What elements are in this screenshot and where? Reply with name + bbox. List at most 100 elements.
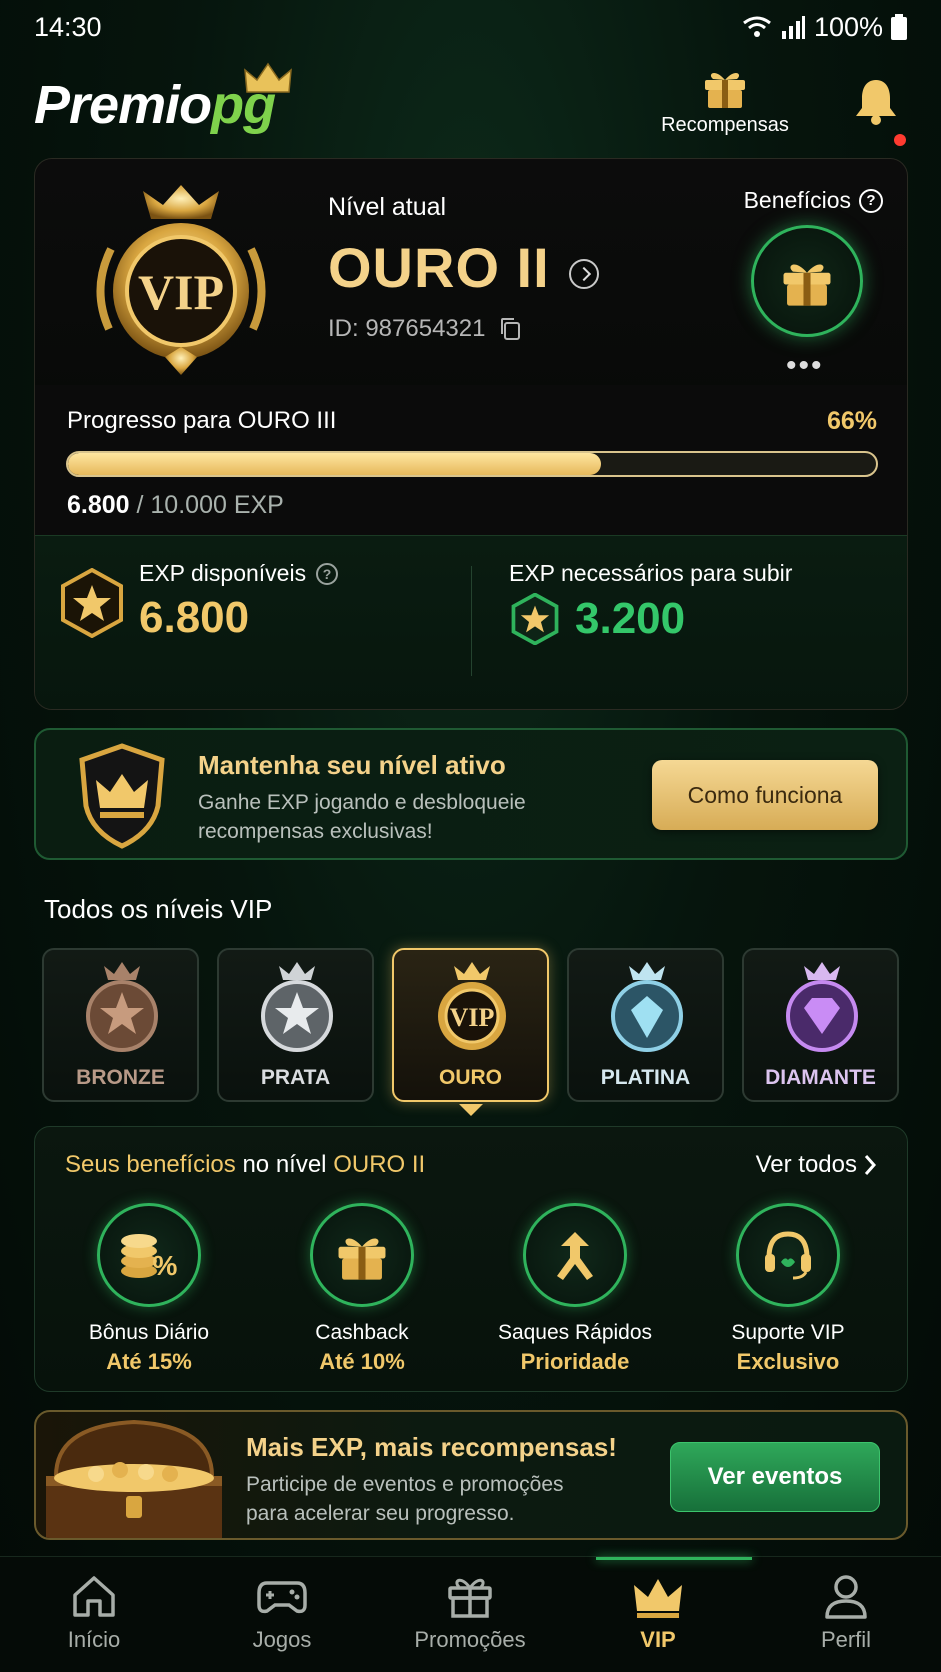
progress-bar-fill <box>68 453 602 475</box>
level-tile-prata[interactable]: PRATA <box>217 948 374 1102</box>
headset-icon <box>736 1203 840 1307</box>
signal-icon <box>781 16 805 39</box>
crown-icon <box>244 62 292 93</box>
benefit-cashback[interactable]: Cashback Até 10% <box>262 1203 462 1375</box>
level-details-arrow[interactable] <box>569 259 599 289</box>
split-arrow-icon <box>523 1203 627 1307</box>
svg-text:%: % <box>153 1250 178 1281</box>
bronze-badge-icon <box>86 962 158 1052</box>
level-tile-diamante[interactable]: DIAMANTE <box>742 948 899 1102</box>
treasure-chest-icon <box>46 1419 222 1538</box>
user-icon <box>825 1575 867 1619</box>
promo-title: Mais EXP, mais recompensas! <box>246 1432 617 1462</box>
nav-label: Início <box>67 1627 121 1652</box>
nav-home[interactable]: Início <box>14 1571 174 1653</box>
exp-available-label: EXP disponíveis <box>139 560 307 586</box>
more-options-icon[interactable]: ••• <box>786 349 824 383</box>
see-all-link[interactable]: Ver todos <box>756 1151 877 1179</box>
status-bar: 14:30 100% <box>0 0 941 54</box>
gamepad-icon <box>257 1581 307 1614</box>
keep-level-banner: Mantenha seu nível ativo Ganhe EXP jogan… <box>34 728 908 860</box>
premiopg-logo[interactable]: Premiopg <box>34 74 276 136</box>
current-level-label: Nível atual <box>328 193 447 221</box>
benefits-heading-middle: no nível <box>235 1151 334 1178</box>
exp-total: / 10.000 EXP <box>136 491 284 519</box>
level-tile-platina[interactable]: PLATINA <box>567 948 724 1102</box>
level-label: DIAMANTE <box>765 1066 876 1089</box>
player-id: ID: 987654321 <box>328 315 521 343</box>
rewards-button[interactable]: Recompensas <box>655 64 795 137</box>
benefit-daily-bonus[interactable]: % Bônus Diário Até 15% <box>49 1203 249 1375</box>
svg-text:VIP: VIP <box>138 264 224 320</box>
star-medal-icon <box>511 593 559 645</box>
rewards-label: Recompensas <box>661 114 789 136</box>
see-all-label: Ver todos <box>755 1151 857 1178</box>
svg-text:VIP: VIP <box>450 1003 495 1032</box>
player-id-text: ID: 987654321 <box>328 315 486 342</box>
benefit-name: Suporte VIP <box>731 1321 845 1344</box>
vip-gift-button[interactable] <box>751 225 863 337</box>
selected-level-pointer <box>459 1104 483 1116</box>
exp-current: 6.800 <box>67 491 130 519</box>
notification-dot <box>894 134 906 146</box>
progress-percent: 66% <box>826 407 877 435</box>
how-it-works-button[interactable]: Como funciona <box>652 760 878 830</box>
exp-needed-value: 3.200 <box>575 594 686 643</box>
nav-profile[interactable]: Perfil <box>766 1571 926 1653</box>
gold-vip-badge-icon: VIP <box>438 962 506 1050</box>
benefit-value: Prioridade <box>520 1349 630 1374</box>
see-events-button[interactable]: Ver eventos <box>670 1442 880 1512</box>
vip-status-card: VIP Nível atual OURO II ID: 987654321 Be… <box>34 158 908 710</box>
level-label: OURO <box>439 1066 502 1089</box>
star-medal-icon <box>61 568 123 638</box>
gift-icon <box>705 72 745 108</box>
gift-icon <box>448 1578 492 1618</box>
battery-percent: 100% <box>813 11 883 42</box>
notification-bell-icon[interactable] <box>853 76 899 126</box>
level-label: PRATA <box>260 1066 331 1089</box>
benefits-help-link[interactable]: Benefícios ? <box>744 187 883 214</box>
level-tile-ouro[interactable]: VIP OURO <box>392 948 549 1102</box>
help-icon: ? <box>859 188 883 213</box>
coins-percent-icon: % <box>97 1203 201 1307</box>
banner-text: Ganhe EXP jogando e desbloqueie recompen… <box>198 791 526 843</box>
progress-label: Progresso para OURO III <box>67 407 337 434</box>
nav-vip[interactable]: VIP <box>578 1571 738 1653</box>
shield-crown-icon <box>79 743 165 849</box>
silver-badge-icon <box>261 962 333 1052</box>
benefit-value: Exclusivo <box>736 1349 840 1374</box>
nav-games[interactable]: Jogos <box>202 1571 362 1653</box>
chevron-right-icon <box>864 1155 877 1175</box>
benefit-vip-support[interactable]: Suporte VIP Exclusivo <box>688 1203 888 1375</box>
status-time: 14:30 <box>34 11 102 42</box>
divider <box>471 566 472 676</box>
exp-needed-label: EXP necessários para subir <box>509 560 793 586</box>
banner-title: Mantenha seu nível ativo <box>198 750 506 780</box>
bottom-navigation: Início Jogos Promoções VIP Perfil <box>0 1556 941 1672</box>
diamond-badge-icon <box>786 962 858 1052</box>
nav-promotions[interactable]: Promoções <box>390 1571 550 1653</box>
promo-text: Participe de eventos e promoções para ac… <box>246 1473 564 1525</box>
level-benefits-panel: Seus benefícios no nível OURO II Ver tod… <box>34 1126 908 1392</box>
help-icon[interactable]: ? <box>316 562 339 585</box>
benefit-value: Até 15% <box>106 1349 192 1374</box>
level-progress: Progresso para OURO III 66% 6.800 / 10.0… <box>35 385 907 535</box>
benefit-fast-withdrawals[interactable]: Saques Rápidos Prioridade <box>475 1203 675 1375</box>
exp-available-value: 6.800 <box>139 593 250 642</box>
gift-icon <box>783 264 831 306</box>
nav-label: VIP <box>640 1627 676 1652</box>
benefits-heading: Seus benefícios no nível OURO II <box>65 1151 425 1179</box>
exp-summary: EXP disponíveis? 6.800 EXP necessários p… <box>35 535 907 709</box>
progress-exp: 6.800 / 10.000 EXP <box>67 491 284 520</box>
benefits-heading-prefix: Seus benefícios <box>65 1151 236 1178</box>
copy-icon[interactable] <box>499 317 521 341</box>
level-label: BRONZE <box>76 1066 165 1089</box>
events-promo-banner: Mais EXP, mais recompensas! Participe de… <box>34 1410 908 1540</box>
home-icon <box>73 1576 115 1617</box>
level-tile-bronze[interactable]: BRONZE <box>42 948 199 1102</box>
gift-icon <box>310 1203 414 1307</box>
nav-label: Promoções <box>414 1627 526 1652</box>
level-label: PLATINA <box>600 1066 691 1089</box>
status-icons: 100% <box>742 12 907 43</box>
current-level-name: OURO II <box>328 236 550 299</box>
